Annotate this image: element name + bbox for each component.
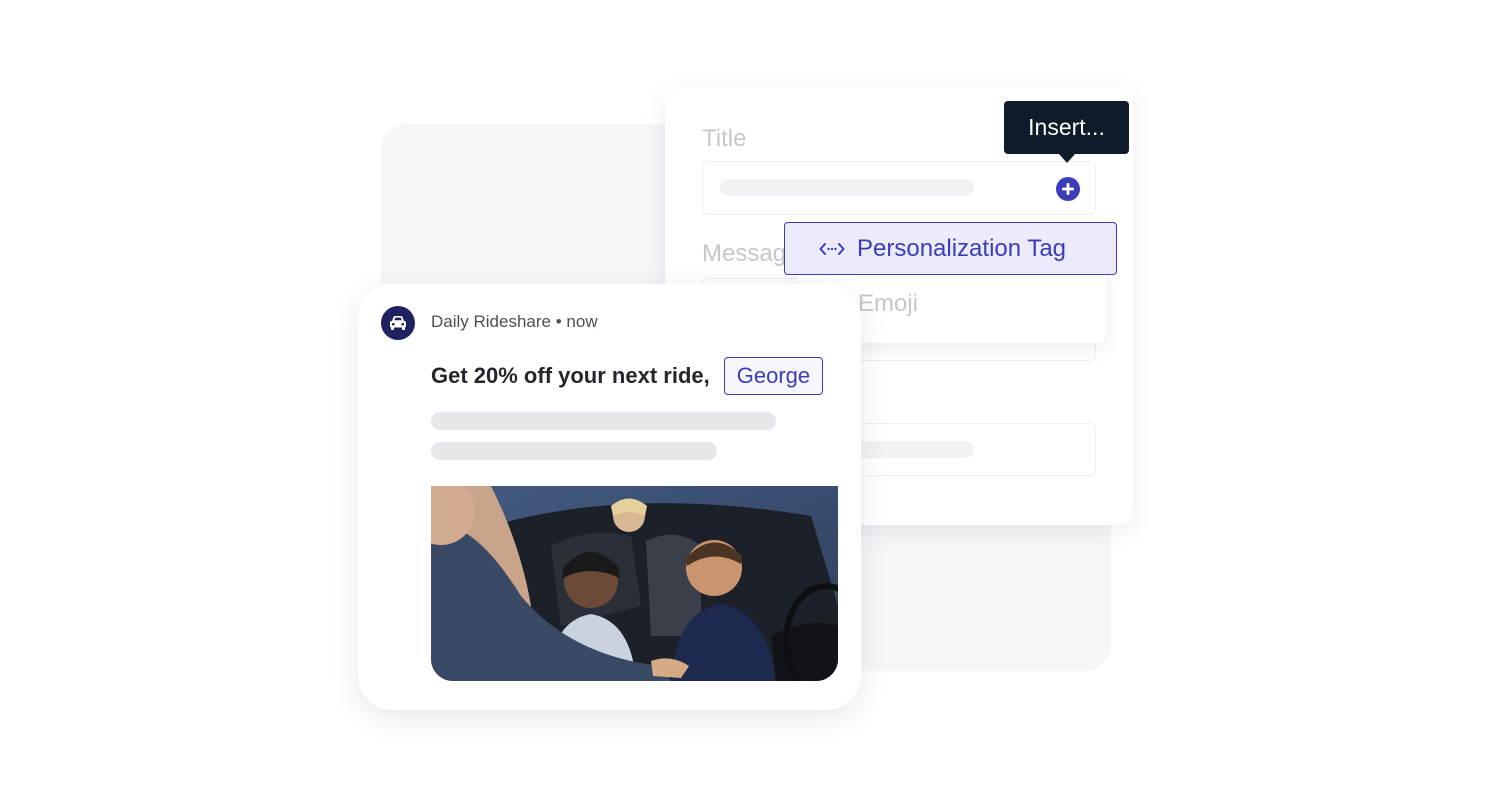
- code-tag-icon: [819, 241, 845, 257]
- separator-dot: •: [555, 312, 562, 331]
- title-input[interactable]: [702, 161, 1096, 215]
- menu-item-personalization-tag[interactable]: Personalization Tag: [784, 222, 1117, 275]
- notification-title: Get 20% off your next ride,: [431, 363, 710, 388]
- title-label: Title: [702, 125, 747, 152]
- insert-button[interactable]: [1056, 177, 1080, 201]
- personalization-tag-value[interactable]: George: [723, 357, 824, 395]
- title-placeholder-line: [720, 179, 974, 196]
- notification-title-row: Get 20% off your next ride, George: [431, 357, 824, 395]
- message-label: Messag: [702, 240, 787, 267]
- notification-time: now: [566, 312, 598, 331]
- car-icon: [381, 306, 415, 340]
- push-notification-preview[interactable]: Daily Rideshare • now Get 20% off your n…: [358, 284, 861, 710]
- menu-item-label: Personalization Tag: [857, 234, 1067, 262]
- body-placeholder-line: [431, 412, 776, 430]
- plus-icon: [1062, 183, 1074, 195]
- insert-tooltip: Insert...: [1004, 101, 1129, 163]
- menu-item-label: Emoji: [858, 290, 919, 317]
- notification-header: Daily Rideshare • now: [431, 312, 598, 332]
- body-placeholder-line: [431, 442, 717, 460]
- car-interior-photo: [431, 486, 838, 681]
- app-name: Daily Rideshare: [431, 312, 551, 331]
